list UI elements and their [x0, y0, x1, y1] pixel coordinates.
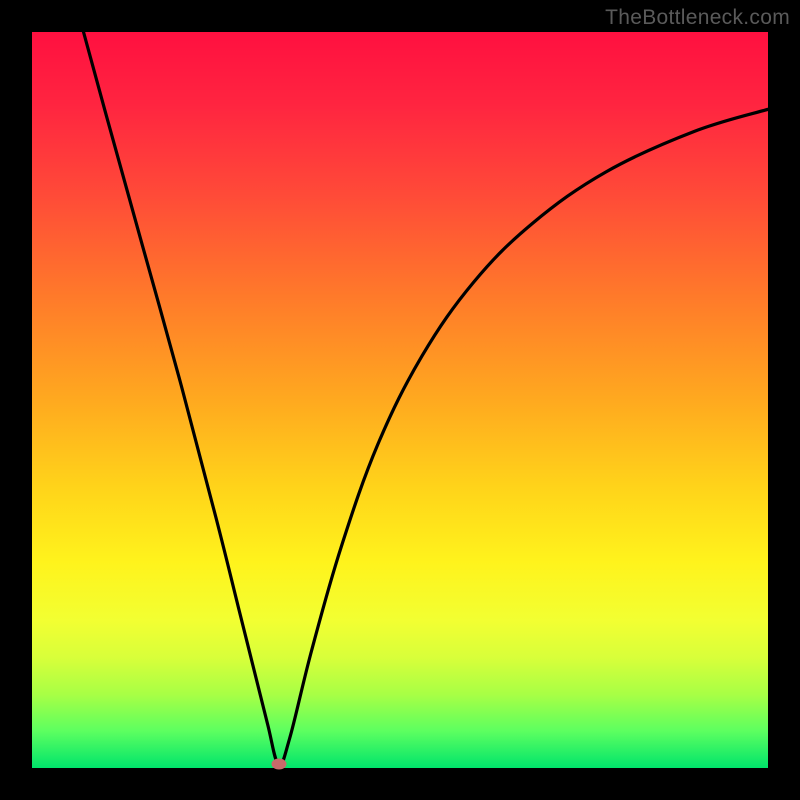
plot-area: [32, 32, 768, 768]
curve-minimum-marker: [271, 759, 286, 770]
curve-svg: [32, 32, 768, 768]
bottleneck-curve: [84, 32, 768, 765]
watermark-text: TheBottleneck.com: [605, 6, 790, 30]
chart-frame: TheBottleneck.com: [0, 0, 800, 800]
